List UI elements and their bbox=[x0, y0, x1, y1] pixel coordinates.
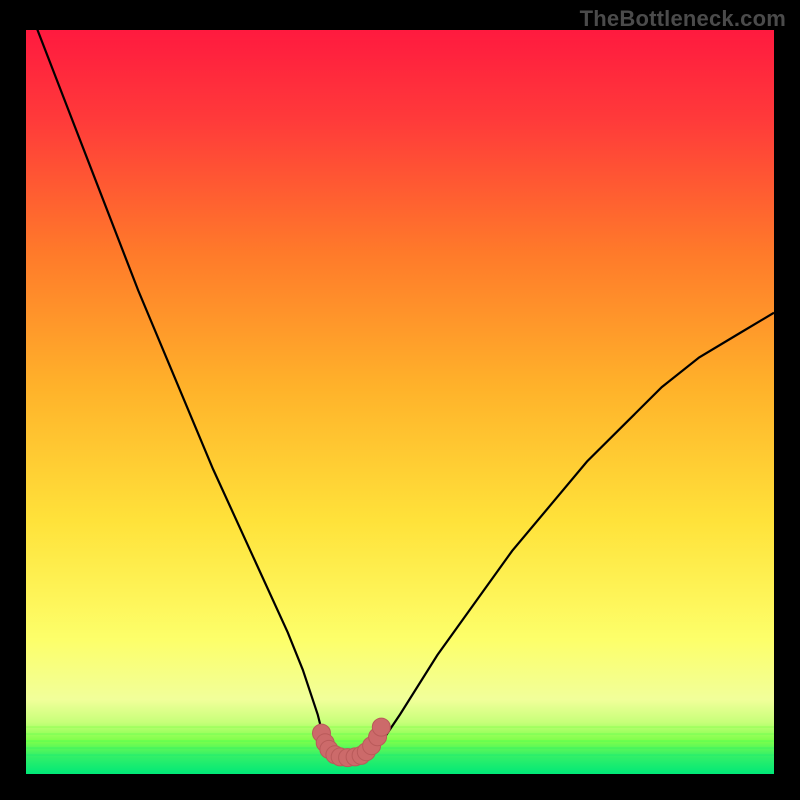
watermark-text: TheBottleneck.com bbox=[580, 6, 786, 32]
gradient-background bbox=[26, 30, 774, 774]
chart-frame: TheBottleneck.com bbox=[0, 0, 800, 800]
bottleneck-chart bbox=[26, 30, 774, 774]
marker-dot bbox=[372, 718, 390, 736]
